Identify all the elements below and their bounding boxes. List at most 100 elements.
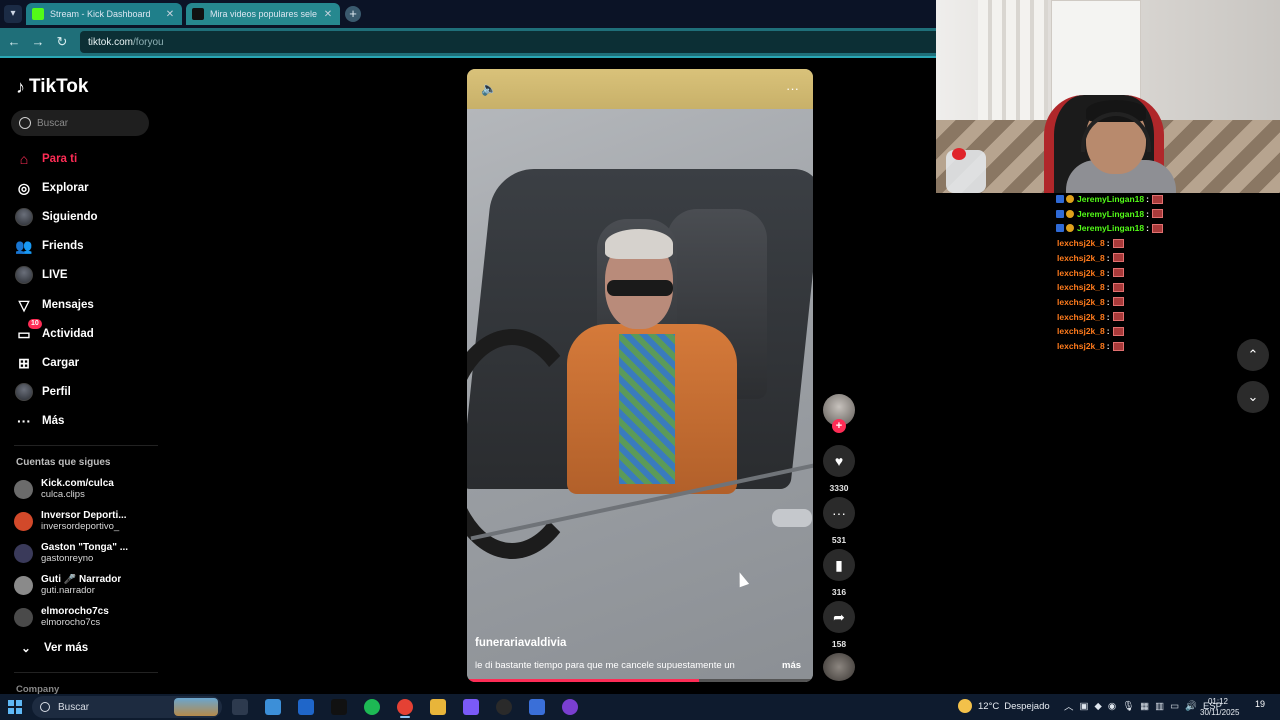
caption-more-button[interactable]: más [782,660,801,671]
tab-menu-chevron-icon[interactable]: ▾ [4,5,22,23]
clock[interactable]: 01:12 30/11/2025 [1200,696,1239,718]
share-icon: ➦ [823,601,855,633]
battery-icon[interactable]: ▭ [1170,701,1179,712]
sidebar-item-cargar[interactable]: ⊞ Cargar [14,352,79,374]
account-name: elmorocho7cs [41,606,109,617]
chat-separator: : [1106,267,1110,278]
volume-icon[interactable]: 🔊 [1185,701,1197,712]
sidebar-item-siguiendo[interactable]: Siguiendo [14,206,98,228]
discord-icon[interactable] [562,699,578,715]
sidebar-item-mensajes[interactable]: ▽ Mensajes [14,294,94,316]
sidebar-item-explorar[interactable]: ◎ Explorar [14,177,89,199]
sidebar-item-label: Perfil [42,386,71,398]
previous-video-button[interactable]: ⌃ [1237,339,1269,371]
chat-username: JeremyLingan18 [1077,223,1145,234]
sidebar-item-más[interactable]: ··· Más [14,410,64,432]
video-options-icon[interactable]: ··· [786,81,799,96]
chat-username: lexchsj2k_8 [1057,341,1105,351]
kick-favicon-icon [32,8,44,20]
sidebar-item-live[interactable]: LIVE [14,264,68,286]
account-handle: culca.clips [41,489,85,500]
forward-arrow-icon[interactable]: → [30,34,46,49]
tab-tiktok[interactable]: Mira videos populares sele ✕ [186,3,340,25]
task-view-icon[interactable] [232,699,248,715]
browser-address-bar: ← → ↻ tiktok.com /foryou [0,28,936,56]
tiktok-logo[interactable]: ♪ TikTok [16,76,88,98]
copilot-icon[interactable] [463,699,479,715]
sidebar-item-para-ti[interactable]: ⌂ Para ti [14,148,77,170]
search-icon [40,702,50,712]
search-input[interactable]: Buscar [11,110,149,136]
music-disc-icon[interactable] [823,653,855,681]
back-arrow-icon[interactable]: ← [6,34,22,49]
chat-separator: : [1106,238,1110,249]
microphone-icon[interactable]: 🎙 [1122,701,1134,712]
followed-account[interactable]: Gaston "Tonga" ... gastonreyno [14,539,154,567]
notification-center-icon[interactable]: 19 [1252,699,1268,715]
video-player[interactable]: 🔈 ··· funerariavaldivia le di bastante t… [467,69,813,682]
like-button[interactable]: ♥ 3330 [823,445,855,493]
network-icon[interactable]: ▥ [1155,701,1164,712]
tab-title: Stream - Kick Dashboard [50,9,151,19]
tray-chevron-icon[interactable]: ︿ [1064,699,1074,713]
windows-start-icon[interactable] [8,700,22,714]
chat-separator: : [1106,311,1110,322]
followed-account[interactable]: elmorocho7cs elmorocho7cs [14,603,154,631]
file-explorer-icon[interactable] [430,699,446,715]
followed-account[interactable]: Guti 🎤 Narrador guti.narrador [14,571,154,599]
spotify-icon[interactable] [364,699,380,715]
chat-separator: : [1106,296,1110,307]
tiktok-app-icon[interactable] [331,699,347,715]
tray-app-icon[interactable]: ◉ [1108,701,1116,712]
chat-message: lexchsj2k_8: [1057,295,1124,309]
tray-app-icon[interactable]: ◆ [1095,701,1102,712]
tray-app-icon[interactable]: ▣ [1080,701,1089,712]
weather-widget[interactable]: 12°C Despejado [958,699,1050,713]
video-username[interactable]: funerariavaldivia [475,637,566,649]
like-count: 3330 [829,483,849,493]
tab-close-icon[interactable]: ✕ [322,9,334,20]
moon-icon [958,699,972,713]
chat-username: JeremyLingan18 [1077,194,1145,204]
see-more-label: Ver más [44,642,89,654]
sidebar-item-friends[interactable]: 👥 Friends [14,235,84,257]
tab-close-icon[interactable]: ✕ [164,9,176,20]
obs-icon[interactable] [496,699,512,715]
active-app-indicator [400,716,410,718]
logo-text: TikTok [29,76,89,97]
profile-avatar-icon [14,382,34,402]
tray-app-icon[interactable]: ▦ [1140,701,1149,712]
app-icon[interactable] [529,699,545,715]
followed-account[interactable]: Kick.com/culca culca.clips [14,475,154,503]
new-tab-button[interactable]: + [345,6,361,22]
chat-emote-icon [1112,341,1124,351]
comment-button[interactable]: ··· 531 [823,497,855,545]
save-button[interactable]: ▮ 316 [823,549,855,597]
see-more-button[interactable]: ⌄ Ver más [16,641,88,655]
next-video-button[interactable]: ⌄ [1237,381,1269,413]
weather-temp: 12°C [978,700,1000,712]
taskbar-search-input[interactable]: Buscar [32,696,222,718]
mute-icon[interactable]: 🔈 [481,81,497,97]
reload-icon[interactable]: ↻ [54,34,70,50]
chat-separator: : [1106,326,1110,337]
avatar [14,607,33,627]
chat-badge-icon [1066,209,1074,218]
sidebar-item-actividad[interactable]: ▭ 10 Actividad [14,319,94,345]
followed-account[interactable]: Inversor Deporti... inversordeportivo_ [14,507,154,535]
tab-kick-dashboard[interactable]: Stream - Kick Dashboard ✕ [26,3,182,25]
video-person-glasses [607,280,673,296]
sidebar-item-perfil[interactable]: Perfil [14,381,71,403]
microsoft-store-icon[interactable] [265,699,281,715]
follow-plus-icon[interactable]: + [832,419,846,433]
upload-icon: ⊞ [18,354,30,371]
taskbar-search-placeholder: Buscar [58,701,90,713]
outlook-icon[interactable] [298,699,314,715]
url-field[interactable]: tiktok.com /foryou [80,31,936,53]
chat-emote-icon [1112,326,1124,336]
chrome-icon[interactable] [397,699,413,715]
share-button[interactable]: ➦ 158 [823,601,855,649]
sidebar-item-label: Friends [42,240,84,252]
webcam-overlay [936,0,1280,193]
account-name: Inversor Deporti... [41,510,127,521]
